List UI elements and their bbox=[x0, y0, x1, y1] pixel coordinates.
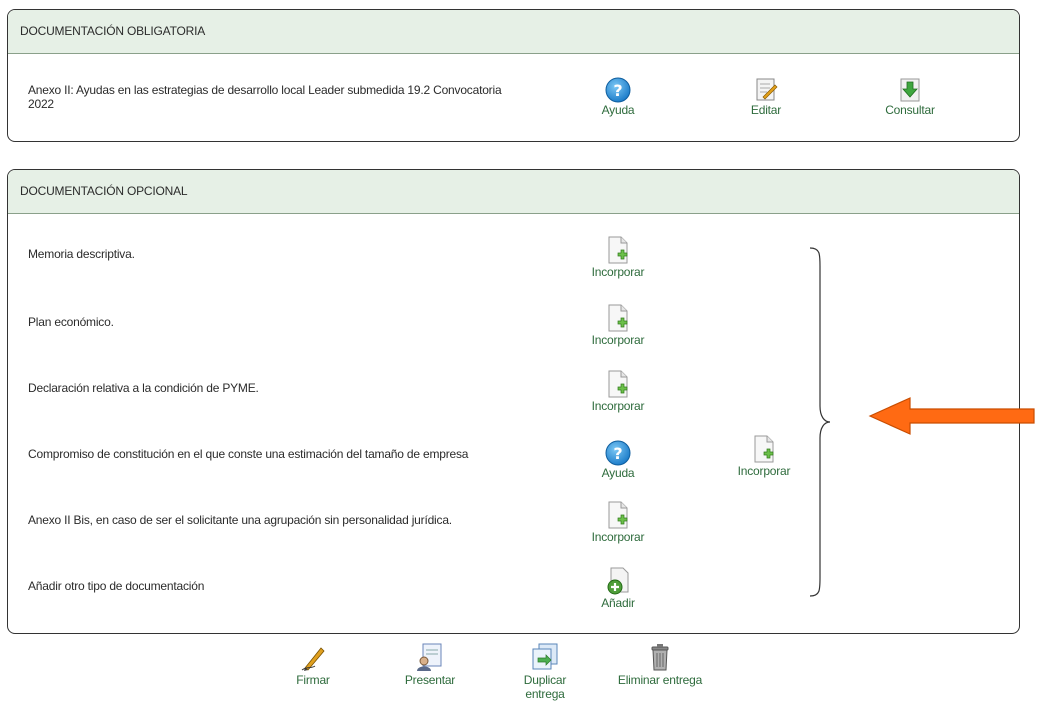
edit-label: Editar bbox=[750, 103, 782, 117]
optional-doc-text: Plan económico. bbox=[28, 315, 114, 329]
incorporate-button[interactable]: Incorporar bbox=[578, 500, 658, 544]
trash-icon bbox=[651, 644, 669, 671]
pen-sign-icon bbox=[301, 647, 325, 671]
incorporate-button[interactable]: Incorporar bbox=[578, 235, 658, 279]
mandatory-docs-header: DOCUMENTACIÓN OBLIGATORIA bbox=[8, 10, 1019, 54]
help-button[interactable]: ? Ayuda bbox=[578, 440, 658, 480]
download-document-icon bbox=[900, 78, 920, 102]
mandatory-doc-text: Anexo II: Ayudas en las estrategias de d… bbox=[28, 83, 502, 111]
incorporate-label: Incorporar bbox=[591, 530, 645, 544]
optional-doc-text: Memoria descriptiva. bbox=[28, 247, 135, 261]
incorporate-label: Incorporar bbox=[591, 399, 645, 413]
add-other-doc-label: Añadir bbox=[601, 596, 635, 610]
add-other-doc-button[interactable]: Añadir bbox=[578, 566, 658, 610]
curly-bracket-annotation bbox=[809, 247, 831, 597]
delete-label: Eliminar entrega bbox=[617, 673, 703, 687]
person-document-icon bbox=[417, 643, 442, 671]
add-document-icon bbox=[754, 435, 774, 463]
add-document-icon bbox=[608, 501, 628, 529]
incorporate-label: Incorporar bbox=[737, 464, 791, 478]
optional-doc-text: Compromiso de constitución en el que con… bbox=[28, 447, 469, 461]
optional-doc-text: Declaración relativa a la condición de P… bbox=[28, 381, 259, 395]
view-label: Consultar bbox=[885, 103, 935, 117]
help-label: Ayuda bbox=[601, 466, 635, 480]
duplicate-label-line2: entrega bbox=[525, 687, 565, 701]
help-icon: ? bbox=[605, 77, 631, 103]
help-icon: ? bbox=[605, 440, 631, 466]
duplicate-document-icon bbox=[532, 643, 558, 670]
submit-label: Presentar bbox=[404, 673, 456, 687]
optional-doc-text: Anexo II Bis, en caso de ser el solicita… bbox=[28, 513, 452, 527]
add-document-icon bbox=[608, 370, 628, 398]
duplicate-button[interactable]: Duplicar entrega bbox=[500, 642, 590, 700]
mandatory-docs-panel: DOCUMENTACIÓN OBLIGATORIA Anexo II: Ayud… bbox=[7, 9, 1020, 142]
incorporate-button[interactable]: Incorporar bbox=[578, 369, 658, 413]
edit-button[interactable]: Editar bbox=[726, 77, 806, 117]
view-button[interactable]: Consultar bbox=[870, 77, 950, 117]
incorporate-label: Incorporar bbox=[591, 265, 645, 279]
arrow-left-annotation bbox=[868, 397, 1035, 435]
submit-button[interactable]: Presentar bbox=[385, 642, 475, 686]
optional-doc-text: Añadir otro tipo de documentación bbox=[28, 579, 205, 593]
svg-text:?: ? bbox=[613, 81, 622, 100]
edit-document-icon bbox=[756, 78, 778, 101]
optional-docs-header: DOCUMENTACIÓN OPCIONAL bbox=[8, 170, 1019, 214]
incorporate-button[interactable]: Incorporar bbox=[578, 303, 658, 347]
duplicate-label-line1: Duplicar bbox=[523, 673, 567, 687]
delete-submission-button[interactable]: Eliminar entrega bbox=[605, 642, 715, 686]
add-document-icon bbox=[608, 304, 628, 332]
sign-button[interactable]: Firmar bbox=[268, 642, 358, 686]
add-other-document-icon bbox=[607, 567, 629, 595]
help-label: Ayuda bbox=[601, 103, 635, 117]
help-button[interactable]: ? Ayuda bbox=[578, 77, 658, 117]
add-document-icon bbox=[608, 236, 628, 264]
incorporate-label: Incorporar bbox=[591, 333, 645, 347]
incorporate-button[interactable]: Incorporar bbox=[724, 434, 804, 478]
sign-label: Firmar bbox=[296, 673, 330, 687]
svg-text:?: ? bbox=[613, 444, 622, 463]
